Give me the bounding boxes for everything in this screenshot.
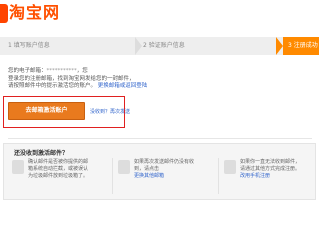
taobao-logo[interactable]: 淘宝网 bbox=[0, 1, 60, 25]
mailbox-icon bbox=[12, 160, 24, 174]
change-email-link[interactable]: 更换邮箱或返回登陆 bbox=[98, 83, 148, 89]
tip-text-body: 如果你一直无法收到邮件，请通过其他方式完成注册。 bbox=[240, 159, 301, 172]
email-prefix: 您的电子邮箱： bbox=[8, 68, 47, 74]
go-to-mailbox-button[interactable]: 去邮箱激活账户 bbox=[8, 102, 85, 120]
registration-steps: 1 填写账户信息 2 验证账户信息 3 注册成功 bbox=[0, 37, 319, 55]
tip-text: 如果再次发送邮件仍没有收到，请点击 更换其他邮箱 bbox=[134, 159, 198, 180]
step-verify-account: 2 验证账户信息 bbox=[143, 42, 185, 49]
phone-icon bbox=[224, 160, 236, 174]
activation-info: 您的电子邮箱：***********，您 登录您的注册邮箱，找到淘宝网发给您的一… bbox=[8, 68, 147, 91]
tip-text-body: 如果再次发送邮件仍没有收到，请点击 bbox=[134, 159, 195, 172]
help-title: 还没收到激活邮件？ bbox=[14, 150, 69, 157]
email-masked: *********** bbox=[46, 68, 77, 74]
tip-text: 确认邮件是否被你提供的邮箱系统自动拦截，或被误认为垃圾邮件放到垃圾箱了。 bbox=[28, 159, 89, 179]
step-success: 3 注册成功 bbox=[283, 37, 319, 55]
envelope-icon bbox=[118, 160, 130, 174]
step-arrow-icon bbox=[135, 37, 142, 55]
step-arrow-icon bbox=[276, 37, 283, 55]
resend-email-link[interactable]: 没收到？再次发送 bbox=[90, 108, 130, 115]
step-fill-account: 1 填写账户信息 bbox=[8, 42, 50, 49]
change-email-link[interactable]: 更换其他邮箱 bbox=[134, 173, 164, 179]
instruction-line: 登录您的注册邮箱，找到淘宝网发给您的一封邮件， bbox=[8, 75, 135, 82]
divider bbox=[8, 138, 312, 139]
logo-text: 淘宝网 bbox=[9, 3, 61, 22]
email-suffix: ，您 bbox=[76, 68, 88, 74]
logo-mark-icon bbox=[0, 3, 8, 23]
divider bbox=[218, 158, 219, 194]
email-line: 您的电子邮箱：***********，您 bbox=[8, 68, 147, 76]
tip-text: 如果你一直无法收到邮件，请通过其他方式完成注册。 改用手机注册 bbox=[240, 159, 304, 180]
register-by-phone-link[interactable]: 改用手机注册 bbox=[240, 173, 270, 179]
instruction-line-2: 请按照邮件中的提示激活您的账户。 更换邮箱或返回登陆 bbox=[8, 83, 147, 91]
instruction-text: 请按照邮件中的提示激活您的账户。 bbox=[8, 83, 97, 89]
divider bbox=[112, 158, 113, 194]
